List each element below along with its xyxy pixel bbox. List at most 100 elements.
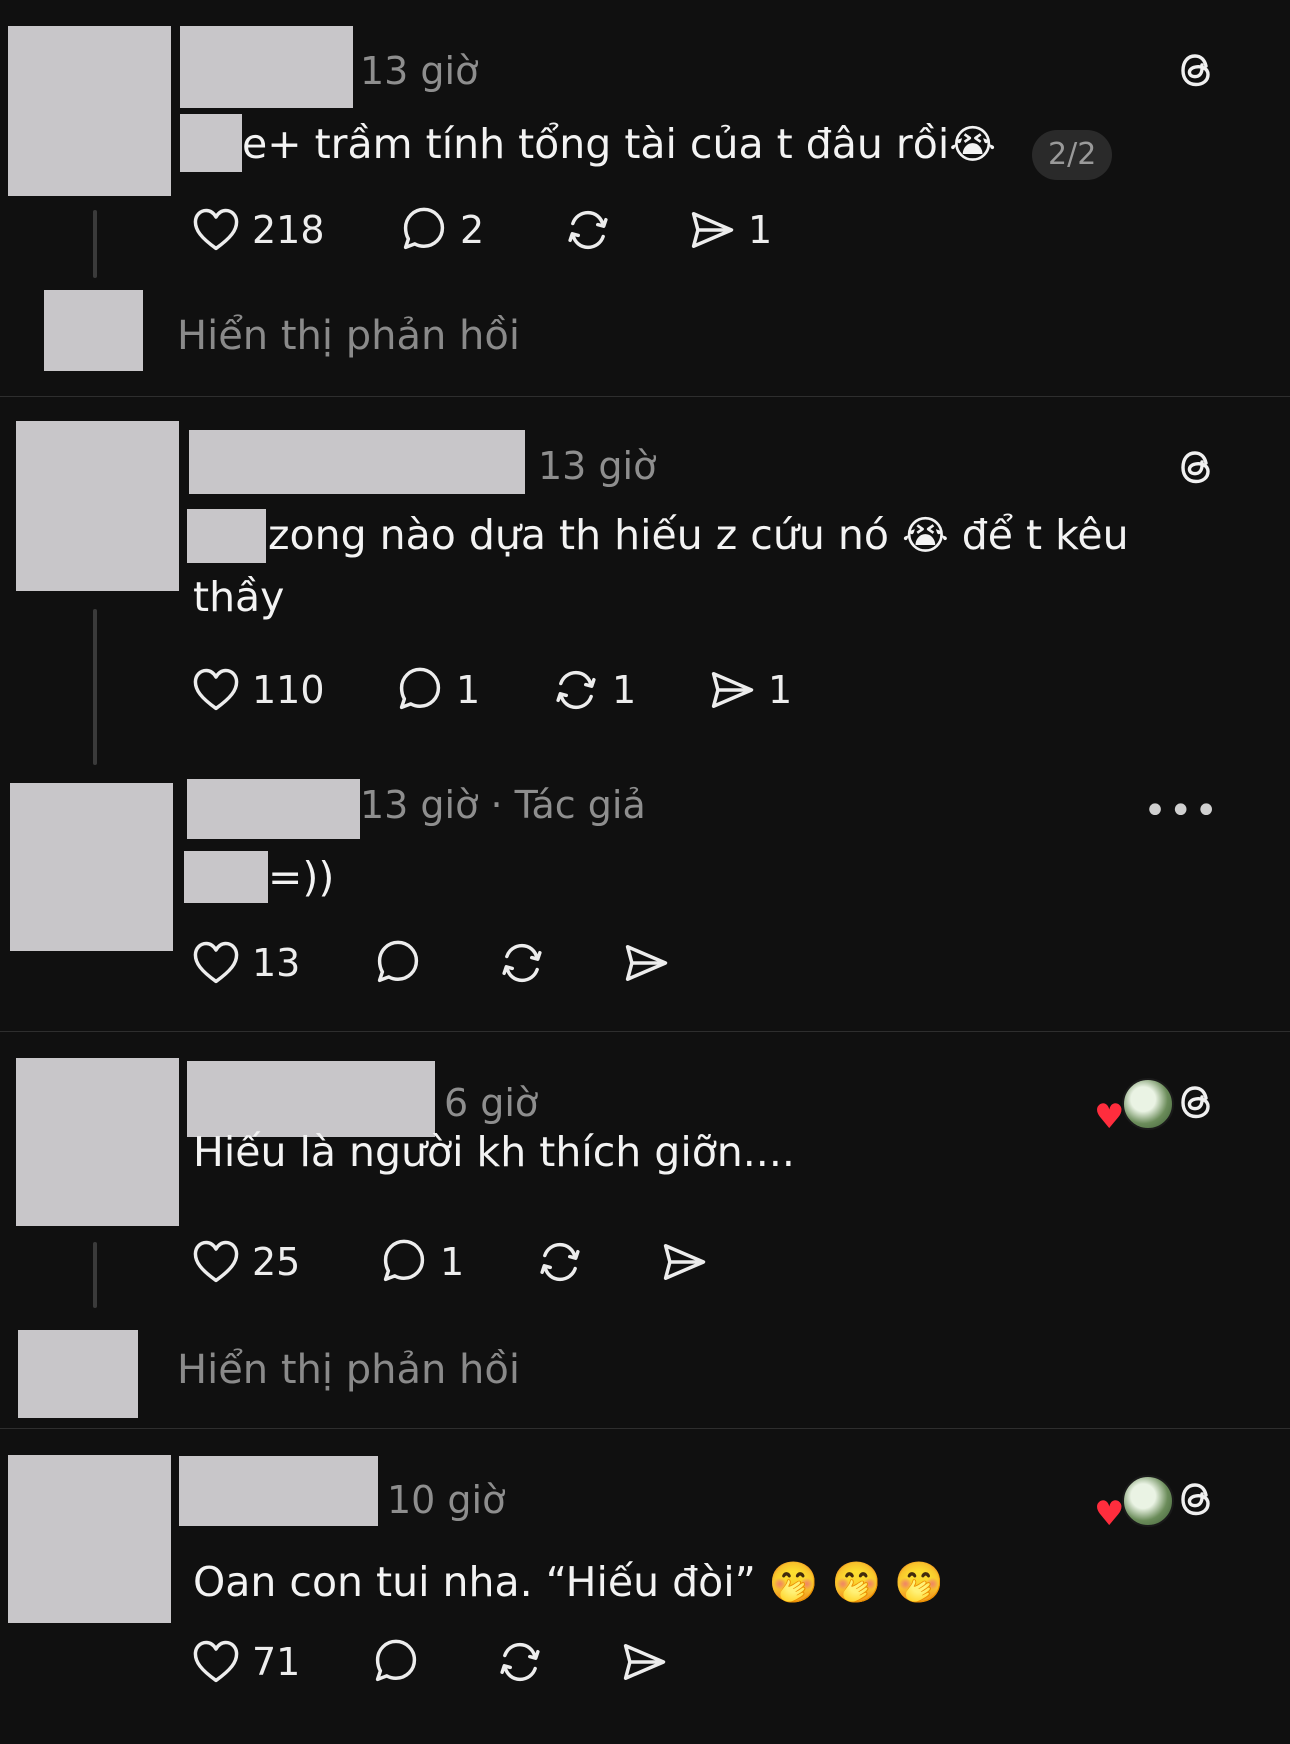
show-replies-link[interactable]: Hiển thị phản hồi: [177, 1350, 520, 1390]
liked-by-author-badge[interactable]: ♥: [1094, 1078, 1174, 1134]
speech-bubble-icon: [394, 664, 446, 716]
red-heart-icon: ♥: [1094, 1097, 1125, 1137]
threads-logo-icon[interactable]: [1172, 443, 1220, 491]
username-redacted[interactable]: [179, 1456, 378, 1526]
action-bar: 218 2 1: [190, 200, 790, 260]
paper-plane-icon: [658, 1236, 710, 1288]
repost-arrows-icon: [534, 1236, 586, 1288]
timestamp-author: 13 giờ · Tác giả: [360, 783, 646, 827]
username-redacted[interactable]: [189, 430, 525, 494]
comment-1: 13 giờ e+ trầm tính tổng tài của t đâu r…: [0, 0, 1290, 396]
reply-count: 1: [440, 1240, 465, 1284]
share-button[interactable]: 1: [686, 200, 772, 260]
thread-line: [93, 1242, 97, 1308]
action-bar: 25 1: [190, 1232, 750, 1292]
reply-avatar-redacted: [44, 290, 143, 371]
author-avatar: [1122, 1078, 1174, 1130]
timestamp: 10 giờ: [387, 1478, 506, 1522]
action-bar: 13: [190, 933, 710, 993]
speech-bubble-icon: [398, 204, 450, 256]
comment-4: 6 giờ ♥ Hiếu là người kh thích giỡn.... …: [0, 1032, 1290, 1427]
comment-5: 10 giờ ♥ Oan con tui nha. “Hiếu đòi” 🤭 🤭…: [0, 1429, 1290, 1744]
hand-over-mouth-emojis: 🤭 🤭 🤭: [768, 1560, 944, 1606]
comment-text: e+ trầm tính tổng tài của t đâu rồi😭: [242, 112, 996, 177]
like-count: 71: [252, 1640, 301, 1684]
avatar-redacted[interactable]: [16, 1058, 179, 1226]
comment-text-line1-tail: để t kêu: [948, 511, 1129, 559]
share-count: 1: [768, 668, 793, 712]
repost-button[interactable]: [496, 933, 548, 993]
heart-outline-icon: [190, 1236, 242, 1288]
like-count: 218: [252, 208, 325, 252]
paper-plane-icon: [618, 1636, 670, 1688]
share-button[interactable]: [620, 933, 672, 993]
comment-text: =)): [268, 853, 335, 901]
liked-by-author-badge[interactable]: ♥: [1094, 1475, 1174, 1531]
like-button[interactable]: 110: [190, 660, 325, 720]
repost-arrows-icon: [494, 1636, 546, 1688]
loudly-crying-emoji: 😭: [901, 513, 949, 559]
comment-text-body: e+ trầm tính tổng tài của t đâu rồi: [242, 120, 950, 168]
avatar-redacted[interactable]: [8, 26, 171, 196]
share-button[interactable]: [618, 1632, 670, 1692]
repost-arrows-icon: [496, 937, 548, 989]
repost-button[interactable]: [562, 200, 614, 260]
like-button[interactable]: 71: [190, 1632, 300, 1692]
repost-button[interactable]: [534, 1232, 586, 1292]
comment-text-line1: zong nào dựa th hiếu z cứu nó: [268, 511, 902, 559]
mention-redacted[interactable]: [184, 851, 268, 903]
show-replies-link[interactable]: Hiển thị phản hồi: [177, 316, 520, 356]
speech-bubble-icon: [370, 1636, 422, 1688]
thread-line: [93, 210, 97, 278]
heart-outline-icon: [190, 937, 242, 989]
reply-button[interactable]: 1: [378, 1232, 464, 1292]
comment-text-line2: thầy: [193, 573, 285, 621]
avatar-redacted[interactable]: [16, 421, 179, 591]
like-button[interactable]: 13: [190, 933, 300, 993]
timestamp: 13 giờ: [360, 49, 479, 93]
loudly-crying-emoji: 😭: [949, 122, 996, 168]
heart-outline-icon: [190, 204, 242, 256]
reply-button[interactable]: 1: [394, 660, 480, 720]
username-redacted[interactable]: [187, 779, 360, 839]
reply-button[interactable]: [370, 1632, 422, 1692]
timestamp: 6 giờ: [444, 1081, 539, 1125]
reply-button[interactable]: 2: [398, 200, 484, 260]
threads-logo-icon[interactable]: [1172, 1475, 1220, 1523]
like-count: 13: [252, 941, 301, 985]
like-count: 25: [252, 1240, 301, 1284]
paper-plane-icon: [620, 937, 672, 989]
threads-logo-icon[interactable]: [1172, 46, 1220, 94]
heart-outline-icon: [190, 664, 242, 716]
username-redacted[interactable]: [180, 26, 353, 108]
reply-button[interactable]: [372, 933, 424, 993]
speech-bubble-icon: [372, 937, 424, 989]
heart-outline-icon: [190, 1636, 242, 1688]
repost-arrows-icon: [550, 664, 602, 716]
more-dots-icon[interactable]: •••: [1143, 791, 1220, 831]
share-button[interactable]: 1: [706, 660, 792, 720]
comment-3: 13 giờ · Tác giả ••• =)) 13: [0, 775, 1290, 1030]
paper-plane-icon: [686, 204, 738, 256]
mention-redacted[interactable]: [187, 509, 266, 563]
repost-button[interactable]: 1: [550, 660, 636, 720]
avatar-redacted[interactable]: [8, 1455, 171, 1623]
comment-text: zong nào dựa th hiếu z cứu nó 😭 để t kêu: [268, 503, 1129, 568]
reply-count: 1: [456, 668, 481, 712]
threads-logo-icon[interactable]: [1172, 1078, 1220, 1126]
like-button[interactable]: 25: [190, 1232, 300, 1292]
repost-button[interactable]: [494, 1632, 546, 1692]
red-heart-icon: ♥: [1094, 1494, 1125, 1534]
share-count: 1: [748, 208, 773, 252]
like-button[interactable]: 218: [190, 200, 325, 260]
share-button[interactable]: [658, 1232, 710, 1292]
comment-2: 13 giờ zong nào dựa th hiếu z cứu nó 😭 đ…: [0, 397, 1290, 775]
author-avatar: [1122, 1475, 1174, 1527]
mention-redacted[interactable]: [180, 114, 242, 172]
avatar-redacted[interactable]: [10, 783, 173, 951]
repost-count: 1: [612, 668, 637, 712]
thread-line: [93, 609, 97, 765]
comment-text-body: Oan con tui nha. “Hiếu đòi”: [193, 1558, 769, 1606]
action-bar: 71: [190, 1632, 710, 1692]
page-indicator: 2/2: [1032, 130, 1113, 180]
